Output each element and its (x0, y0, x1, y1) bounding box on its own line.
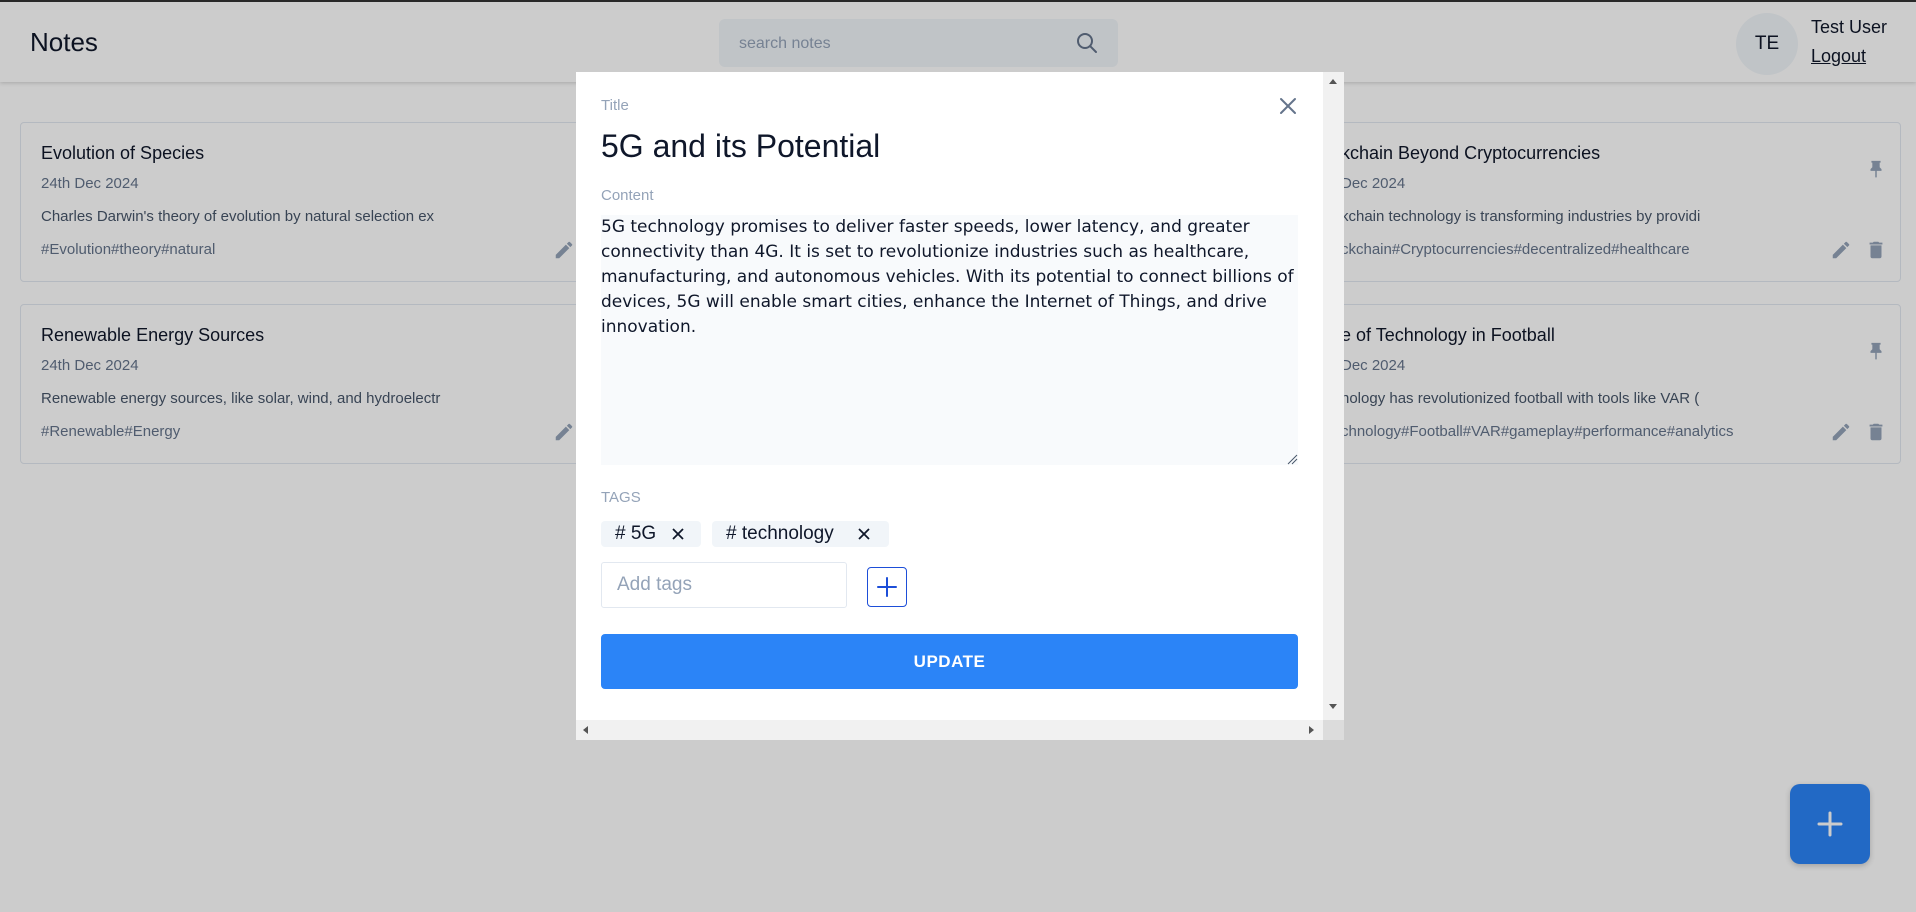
scrollbar-corner (1323, 720, 1344, 740)
tag-label: # 5G (615, 523, 657, 544)
scroll-down-arrow-icon[interactable] (1329, 704, 1337, 709)
remove-tag-icon[interactable] (671, 527, 685, 541)
title-label: Title (601, 97, 629, 114)
content-textarea[interactable]: 5G technology promises to deliver faster… (601, 215, 1298, 465)
plus-icon (877, 577, 897, 597)
tags-label: TAGS (601, 489, 641, 506)
title-input[interactable] (601, 124, 1201, 168)
tag-chip: # 5G (601, 521, 701, 547)
edit-note-modal: Title Content 5G technology promises to … (576, 72, 1344, 740)
tag-chip: # technology (712, 521, 889, 547)
scroll-left-arrow-icon[interactable] (583, 726, 588, 734)
resize-handle-icon[interactable] (1286, 453, 1298, 465)
add-tag-button[interactable] (867, 567, 907, 607)
remove-tag-icon[interactable] (857, 527, 871, 541)
tag-label: # technology (726, 523, 834, 544)
update-button[interactable]: UPDATE (601, 634, 1298, 689)
horizontal-scrollbar[interactable] (576, 720, 1323, 740)
vertical-scrollbar[interactable] (1323, 72, 1344, 720)
scroll-right-arrow-icon[interactable] (1309, 726, 1314, 734)
content-label: Content (601, 187, 654, 204)
scroll-up-arrow-icon[interactable] (1329, 79, 1337, 84)
close-icon[interactable] (1276, 94, 1300, 118)
add-tags-input[interactable] (601, 562, 847, 608)
